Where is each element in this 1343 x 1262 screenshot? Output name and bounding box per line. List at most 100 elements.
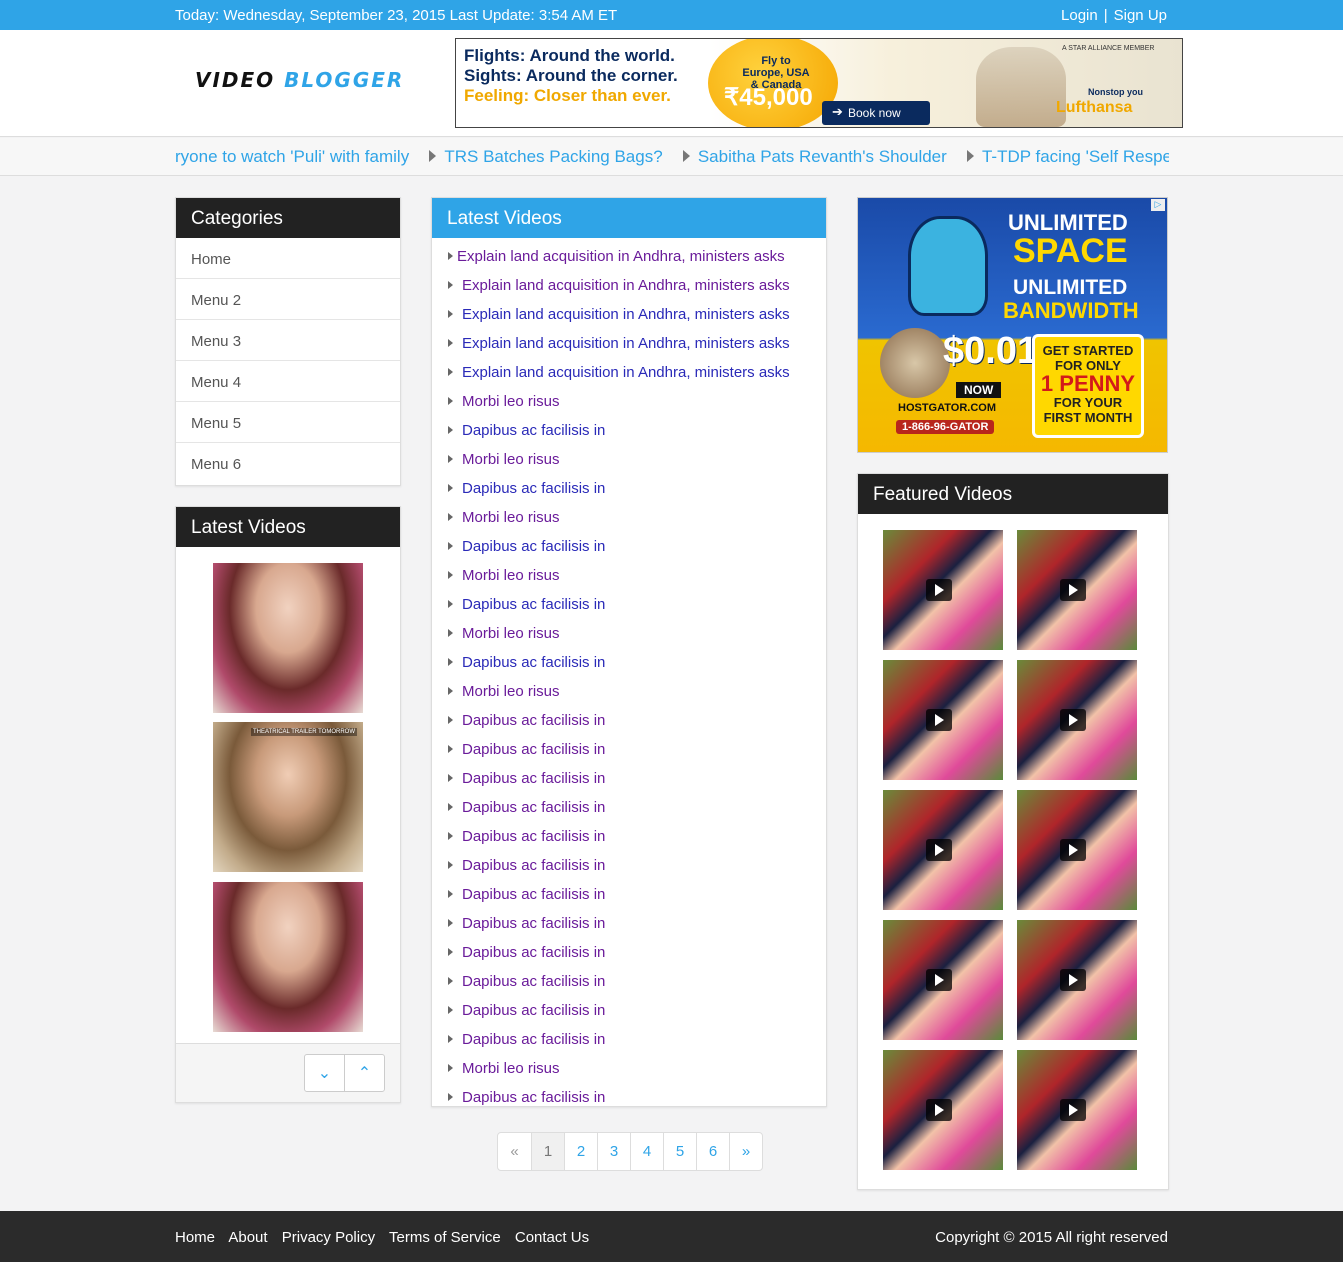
triangle-right-icon	[448, 1064, 453, 1072]
featured-video-thumbnail[interactable]	[1017, 920, 1137, 1040]
play-icon	[926, 839, 952, 861]
video-list-item[interactable]: Dapibus ac facilisis in	[448, 851, 826, 880]
featured-video-thumbnail[interactable]	[883, 920, 1003, 1040]
banner-photo	[976, 47, 1066, 127]
footer-link-privacy[interactable]: Privacy Policy	[282, 1229, 375, 1246]
featured-video-thumbnail[interactable]	[1017, 790, 1137, 910]
video-thumbnail[interactable]	[213, 563, 363, 713]
footer-link-terms[interactable]: Terms of Service	[389, 1229, 501, 1246]
category-item-menu-3[interactable]: Menu 3	[176, 320, 400, 361]
video-list-item[interactable]: Dapibus ac facilisis in	[448, 1083, 826, 1112]
footer-link-about[interactable]: About	[228, 1229, 267, 1246]
banner-ad[interactable]: Flights: Around the world. Sights: Aroun…	[455, 38, 1183, 128]
video-list-item[interactable]: Dapibus ac facilisis in	[448, 590, 826, 619]
video-list-item[interactable]: Dapibus ac facilisis in	[448, 648, 826, 677]
triangle-right-icon	[448, 426, 453, 434]
video-list-item[interactable]: Dapibus ac facilisis in	[448, 532, 826, 561]
triangle-right-icon	[448, 687, 453, 695]
video-list-item[interactable]: Dapibus ac facilisis in	[448, 416, 826, 445]
featured-video-thumbnail[interactable]	[883, 790, 1003, 910]
footer-links: Home About Privacy Policy Terms of Servi…	[175, 1229, 599, 1246]
triangle-right-icon	[448, 890, 453, 898]
pagination-prev[interactable]: «	[498, 1133, 531, 1170]
ticker-item[interactable]: T-TDP facing 'Self Respec	[966, 138, 1169, 176]
video-link-text: Dapibus ac facilisis in	[462, 654, 606, 671]
video-list-item[interactable]: Dapibus ac facilisis in	[448, 938, 826, 967]
video-list-item[interactable]: Dapibus ac facilisis in	[448, 880, 826, 909]
triangle-right-icon	[448, 948, 453, 956]
play-icon	[1060, 839, 1086, 861]
video-list-item[interactable]: Morbi leo risus	[448, 619, 826, 648]
ad-info-icon[interactable]: ▷	[1151, 199, 1165, 211]
pagination-page-2[interactable]: 2	[564, 1133, 597, 1170]
triangle-right-icon	[448, 484, 453, 492]
category-item-home[interactable]: Home	[176, 238, 400, 279]
video-list-item[interactable]: Morbi leo risus	[448, 503, 826, 532]
video-list-item[interactable]: Morbi leo risus	[448, 1054, 826, 1083]
featured-video-thumbnail[interactable]	[883, 530, 1003, 650]
video-list-item[interactable]: Dapibus ac facilisis in	[448, 909, 826, 938]
hostgator-ad[interactable]: ▷ UNLIMITED SPACE UNLIMITED BANDWIDTH $0…	[857, 197, 1168, 453]
triangle-right-icon	[448, 658, 453, 666]
video-list-item[interactable]: Dapibus ac facilisis in	[448, 706, 826, 735]
pagination-page-3[interactable]: 3	[597, 1133, 630, 1170]
category-item-menu-5[interactable]: Menu 5	[176, 402, 400, 443]
video-list-item[interactable]: Dapibus ac facilisis in	[448, 996, 826, 1025]
banner-line-1: Flights: Around the world.	[464, 46, 675, 65]
video-list-item[interactable]: Explain land acquisition in Andhra, mini…	[448, 271, 826, 300]
play-icon	[1060, 969, 1086, 991]
ticker-track: ryone to watch 'Puli' with family TRS Ba…	[175, 138, 1169, 176]
pagination-page-4[interactable]: 4	[630, 1133, 663, 1170]
video-list-item[interactable]: Explain land acquisition in Andhra, mini…	[448, 242, 826, 271]
video-list-item[interactable]: Dapibus ac facilisis in	[448, 764, 826, 793]
video-list-item[interactable]: Morbi leo risus	[448, 561, 826, 590]
footer-link-home[interactable]: Home	[175, 1229, 215, 1246]
triangle-right-icon	[448, 455, 453, 463]
category-item-menu-6[interactable]: Menu 6	[176, 443, 400, 484]
video-list-item[interactable]: Explain land acquisition in Andhra, mini…	[448, 329, 826, 358]
video-list-item[interactable]: Dapibus ac facilisis in	[448, 1025, 826, 1054]
triangle-right-icon	[448, 513, 453, 521]
pagination-page-5[interactable]: 5	[663, 1133, 696, 1170]
pagination-next[interactable]: »	[729, 1133, 762, 1170]
featured-video-thumbnail[interactable]	[1017, 660, 1137, 780]
site-logo[interactable]: VIDEO BLOGGER	[195, 68, 404, 92]
scroll-up-button[interactable]: ⌃	[344, 1054, 385, 1092]
video-link-text: Dapibus ac facilisis in	[462, 596, 606, 613]
sidebar-videos-title: Latest Videos	[176, 507, 400, 547]
scroll-down-button[interactable]: ⌄	[304, 1054, 345, 1092]
video-list-item[interactable]: Morbi leo risus	[448, 445, 826, 474]
triangle-right-icon	[448, 252, 453, 260]
footer-link-contact[interactable]: Contact Us	[515, 1229, 589, 1246]
featured-video-thumbnail[interactable]	[883, 1050, 1003, 1170]
ad-line-4: BANDWIDTH	[1003, 298, 1139, 323]
signup-link[interactable]: Sign Up	[1114, 7, 1167, 24]
latest-videos-list: Explain land acquisition in Andhra, mini…	[432, 238, 826, 1112]
featured-video-thumbnail[interactable]	[1017, 530, 1137, 650]
ticker-item[interactable]: TRS Batches Packing Bags?	[429, 138, 663, 176]
video-list-item[interactable]: Explain land acquisition in Andhra, mini…	[448, 300, 826, 329]
ticker-item[interactable]: ryone to watch 'Puli' with family	[175, 138, 409, 176]
category-item-menu-4[interactable]: Menu 4	[176, 361, 400, 402]
gator-mascot-image	[908, 216, 988, 316]
triangle-right-icon	[448, 774, 453, 782]
video-list-item[interactable]: Dapibus ac facilisis in	[448, 735, 826, 764]
video-list-item[interactable]: Explain land acquisition in Andhra, mini…	[448, 358, 826, 387]
video-list-item[interactable]: Morbi leo risus	[448, 677, 826, 706]
video-list-item[interactable]: Dapibus ac facilisis in	[448, 967, 826, 996]
featured-video-thumbnail[interactable]	[883, 660, 1003, 780]
latest-videos-panel: Latest Videos Explain land acquisition i…	[431, 197, 827, 1107]
video-list-item[interactable]: Dapibus ac facilisis in	[448, 793, 826, 822]
book-now-button[interactable]: ➔ Book now	[822, 101, 930, 125]
ticker-item[interactable]: Sabitha Pats Revanth's Shoulder	[682, 138, 947, 176]
video-list-item[interactable]: Morbi leo risus	[448, 387, 826, 416]
video-thumbnail[interactable]	[213, 882, 363, 1032]
pagination-page-1[interactable]: 1	[531, 1133, 564, 1170]
pagination-page-6[interactable]: 6	[696, 1133, 729, 1170]
category-item-menu-2[interactable]: Menu 2	[176, 279, 400, 320]
video-thumbnail[interactable]: THEATRICAL TRAILER TOMORROW	[213, 722, 363, 872]
video-list-item[interactable]: Dapibus ac facilisis in	[448, 474, 826, 503]
video-list-item[interactable]: Dapibus ac facilisis in	[448, 822, 826, 851]
login-link[interactable]: Login	[1061, 7, 1098, 24]
featured-video-thumbnail[interactable]	[1017, 1050, 1137, 1170]
